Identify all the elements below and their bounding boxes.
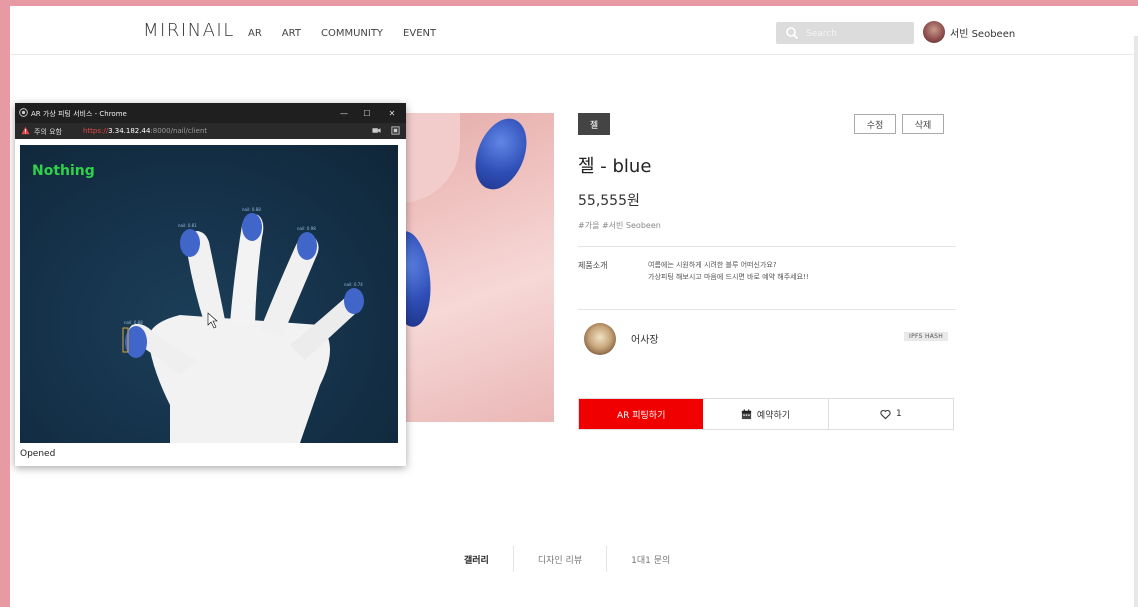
divider [578,309,956,310]
divider [578,246,956,247]
security-warning[interactable]: 주의 요함 [34,127,62,137]
popup-url[interactable]: https://3.34.182.44:8000/nail/client [83,127,207,135]
reserve-label: 예약하기 [756,410,791,421]
stream-status: Opened [20,449,56,459]
user-avatar[interactable] [923,21,945,43]
nail-shape [465,113,537,197]
camera-icon[interactable] [372,126,381,135]
warning-icon [21,126,30,135]
heart-icon [880,409,891,419]
tab-gallery[interactable]: 갤러리 [440,546,513,572]
url-host: 3.34.182.44 [108,127,151,135]
user-name[interactable]: 서빈 Seobeen [950,25,1015,40]
search-icon [786,27,799,40]
url-bar-icons [372,126,400,135]
nail-confidence-label: nail: 0.88 [242,207,261,212]
action-bar: AR 피팅하기 예약하기 1 [578,398,954,430]
nav-ar[interactable]: AR [248,28,262,39]
close-button[interactable]: ✕ [385,106,399,120]
nail-confidence-label: nail: 0.81 [178,223,197,228]
tab-design-review[interactable]: 디자인 리뷰 [514,546,606,572]
url-path: :8000/nail/client [150,127,208,135]
page: MIRINAIL AR ART COMMUNITY EVENT 서빈 Seobe… [10,6,1138,607]
search-input[interactable] [804,25,913,43]
intro-label: 제품소개 [578,261,608,270]
search-box[interactable] [776,22,914,44]
user-menu[interactable]: 서빈 Seobeen [923,21,1015,43]
nav-event[interactable]: EVENT [403,28,436,39]
nail-confidence-label: nail: 0.74 [344,282,363,287]
nav-art[interactable]: ART [282,28,301,39]
minimize-button[interactable]: — [337,106,351,120]
calendar-icon [741,408,752,419]
scrollbar-track[interactable] [1134,36,1138,607]
nail-overlay [180,229,200,257]
category-badge: 젤 [578,113,610,135]
site-header: MIRINAIL AR ART COMMUNITY EVENT 서빈 Seobe… [10,6,1138,55]
intro-text: 여름에는 시원하게 시려한 블루 어떠신가요? 가상피팅 해보시고 마음에 드시… [648,259,809,283]
nail-overlay [344,288,364,314]
edit-button[interactable]: 수정 [854,114,896,134]
extension-icon[interactable] [391,126,400,135]
nail-confidence-label: nail: 0.88 [124,320,143,325]
nail-overlay [242,213,262,241]
intro-line: 여름에는 시원하게 시려한 블루 어떠신가요? [648,261,777,269]
tab-inquiry[interactable]: 1대1 문의 [607,546,694,572]
site-logo[interactable]: MIRINAIL [143,20,235,41]
maximize-button[interactable]: ☐ [360,106,374,120]
delete-button[interactable]: 삭제 [902,114,944,134]
url-scheme: https:// [83,127,109,135]
product-price: 55,555원 [578,193,640,209]
hand-image [122,213,364,443]
chrome-icon [19,108,28,117]
ar-fitting-label: AR 피팅하기 [616,410,666,421]
popup-url-bar[interactable]: 주의 요함 https://3.34.182.44:8000/nail/clie… [15,123,406,139]
like-button[interactable]: 1 [829,399,953,429]
shop-name[interactable]: 어사장 [631,331,659,346]
ar-fitting-popup-window[interactable]: AR 가상 피팅 서비스 - Chrome — ☐ ✕ 주의 요함 https:… [15,103,406,466]
nail-confidence-label: nail: 0.98 [297,226,316,231]
main-nav: AR ART COMMUNITY EVENT [248,28,456,39]
shop-avatar[interactable] [584,323,616,355]
reserve-button[interactable]: 예약하기 [703,399,829,429]
product-tags: #가을 #서빈 Seobeen [578,221,661,230]
product-title: 젤 - blue [578,156,652,177]
popup-titlebar[interactable]: AR 가상 피팅 서비스 - Chrome — ☐ ✕ [15,103,406,123]
ar-fitting-button[interactable]: AR 피팅하기 [579,399,704,429]
nav-community[interactable]: COMMUNITY [321,28,383,39]
intro-line: 가상피팅 해보시고 마음에 드시면 바로 예약 해주세요!! [648,273,809,281]
nail-overlay [297,232,317,260]
popup-title: AR 가상 피팅 서비스 - Chrome [31,110,127,118]
product-tabs: 갤러리 디자인 리뷰 1대1 문의 [440,546,694,572]
like-count: 1 [895,409,902,419]
ipfs-hash-badge[interactable]: IPFS HASH [904,332,949,341]
webcam-video-feed: Nothing nail: 0.88 nail: 0.81 nail: 0.88… [20,145,398,443]
